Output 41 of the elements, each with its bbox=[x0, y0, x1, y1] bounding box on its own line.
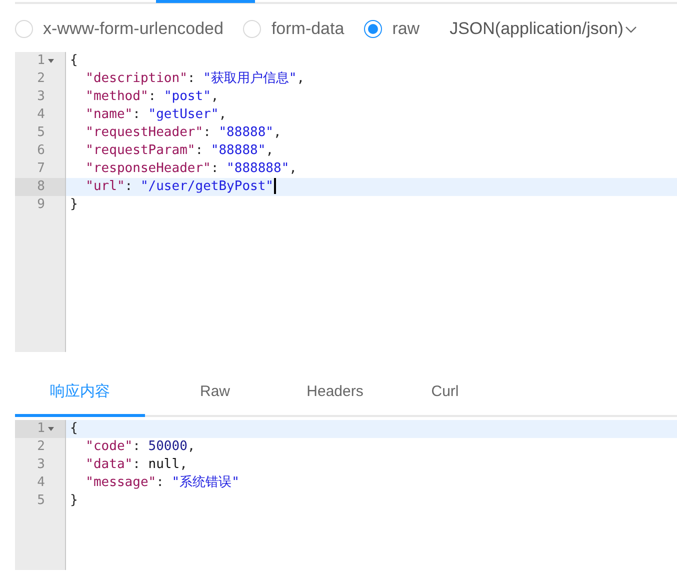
line-number: 5 bbox=[37, 492, 45, 510]
response-tab[interactable]: Headers bbox=[285, 372, 385, 417]
radio-label[interactable]: x-www-form-urlencoded bbox=[43, 18, 224, 38]
radio-button[interactable] bbox=[364, 20, 382, 38]
code-line: { bbox=[70, 421, 78, 436]
line-number: 2 bbox=[37, 438, 45, 456]
format-dropdown[interactable]: JSON(application/json) bbox=[450, 18, 638, 38]
line-number: 3 bbox=[37, 88, 45, 106]
code-line: "responseHeader": "888888", bbox=[84, 161, 297, 176]
code-line: } bbox=[70, 197, 78, 212]
code-line: { bbox=[70, 53, 78, 68]
fold-arrow-icon[interactable] bbox=[47, 426, 55, 432]
code-line: "code": 50000, bbox=[84, 439, 196, 454]
code-line: "url": "/user/getByPost" bbox=[84, 179, 274, 194]
code-line: "requestHeader": "88888", bbox=[84, 125, 282, 140]
line-number: 4 bbox=[37, 474, 45, 492]
code-line: "message": "系统错误" bbox=[84, 475, 240, 490]
code-editor[interactable]: 1 { 2 "description": "获取用户信息", 3 "method": "post", 4 "name": "getUser", 5 "requestHeader": "88888", 6 "requestParam": "88888", 7 "responseHeader": "888888", 8 "url": "/user/getByPost" 9 } bbox=[15, 52, 677, 352]
radio-label[interactable]: raw bbox=[392, 18, 420, 38]
code-line: } bbox=[70, 493, 78, 508]
radio-label[interactable]: form-data bbox=[271, 18, 344, 38]
code-line: "description": "获取用户信息", bbox=[84, 71, 305, 86]
response-tab[interactable]: Curl bbox=[395, 372, 495, 417]
code-line: "data": null, bbox=[84, 457, 188, 472]
response-tab[interactable]: 响应内容 bbox=[15, 372, 145, 417]
line-number: 6 bbox=[37, 142, 45, 160]
line-number: 7 bbox=[37, 160, 45, 178]
line-number: 2 bbox=[37, 70, 45, 88]
code-line: "method": "post", bbox=[84, 89, 219, 104]
line-number: 3 bbox=[37, 456, 45, 474]
code-line: "requestParam": "88888", bbox=[84, 143, 274, 158]
code-line: "name": "getUser", bbox=[84, 107, 227, 122]
fold-arrow-icon[interactable] bbox=[47, 58, 55, 64]
response-tab[interactable]: Raw bbox=[155, 372, 275, 417]
line-number: 4 bbox=[37, 106, 45, 124]
line-number: 8 bbox=[37, 178, 45, 196]
line-number: 9 bbox=[37, 196, 45, 214]
line-number: 5 bbox=[37, 124, 45, 142]
code-editor[interactable]: 1 { 2 "code": 50000, 3 "data": null, 4 "message": "系统错误" 5 } bbox=[15, 420, 677, 570]
line-number: 1 bbox=[37, 420, 45, 438]
line-number: 1 bbox=[37, 52, 45, 70]
